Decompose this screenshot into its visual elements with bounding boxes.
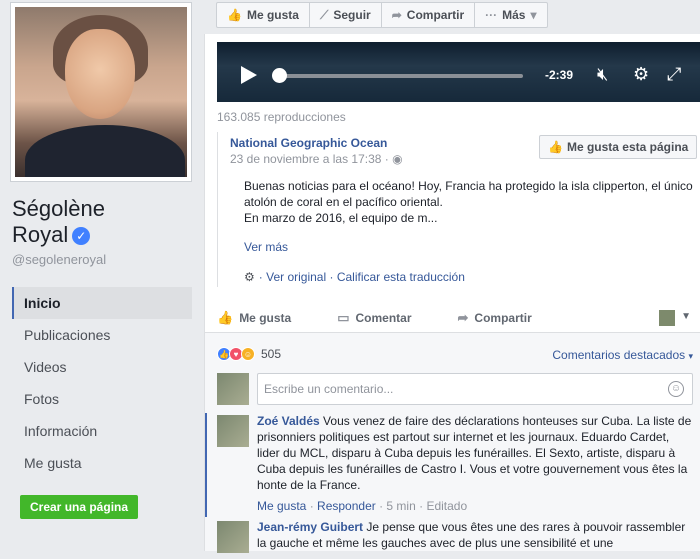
chevron-down-icon: ▾ — [530, 8, 537, 22]
post-actions: 👍 Me gusta ▭ Comentar ➦ Compartir ▼ — [217, 304, 700, 332]
translation-bar: ⚙ · Ver original · Calificar esta traducc… — [244, 270, 465, 284]
shared-post-date[interactable]: 23 de noviembre a las 17:38 · ◉ — [230, 152, 403, 166]
avatar[interactable] — [217, 521, 249, 553]
thumbs-up-icon: 👍 — [548, 140, 563, 154]
see-original-link[interactable]: Ver original — [266, 270, 326, 284]
video-time: -2:39 — [545, 68, 574, 82]
sidebar-item-informacion[interactable]: Información — [12, 415, 192, 447]
reactions-summary[interactable]: 👍 ♥ ☺ 505 — [217, 347, 281, 361]
shared-post-text: Buenas noticias para el océano! Hoy, Fra… — [244, 179, 693, 225]
verified-badge-icon: ✓ — [72, 227, 91, 245]
comment-time[interactable]: 5 min — [386, 499, 415, 513]
comment-item: Jean-rémy Guibert Je pense que vous êtes… — [205, 519, 700, 559]
comment-button[interactable]: ▭ Comentar — [337, 310, 411, 326]
ellipsis-icon: ··· — [485, 8, 498, 22]
comment-icon: ▭ — [337, 310, 350, 325]
sidebar-nav: Inicio Publicaciones Videos Fotos Inform… — [12, 287, 192, 479]
scrubber-handle[interactable] — [272, 68, 287, 83]
view-count: 163.085 reproducciones — [217, 110, 346, 124]
haha-reaction-icon: ☺ — [241, 347, 255, 361]
comment-sort-dropdown[interactable]: Comentarios destacados ▾ — [552, 348, 693, 362]
video-scrubber[interactable] — [281, 74, 523, 78]
gear-icon: ⚙ — [244, 270, 255, 284]
sidebar-item-inicio[interactable]: Inicio — [12, 287, 192, 319]
thumbs-up-icon: 👍 — [217, 310, 234, 325]
comment-author[interactable]: Jean-rémy Guibert — [257, 520, 363, 534]
globe-icon: ◉ — [392, 152, 403, 166]
post-card: -2:39 🔇︎ ⚙ ⤢ 163.085 reproducciones Nati… — [204, 34, 700, 553]
comment-author[interactable]: Zoé Valdés — [257, 414, 320, 428]
avatar — [217, 373, 249, 405]
page-handle[interactable]: @segoleneroyal — [12, 252, 106, 267]
share-arrow-icon: ➦ — [391, 8, 402, 22]
emoji-icon[interactable]: ☺ — [668, 381, 684, 397]
comment-input[interactable]: Escribe un comentario... ☺ — [257, 373, 693, 405]
share-arrow-icon: ➦ — [457, 310, 469, 325]
sidebar-item-me-gusta[interactable]: Me gusta — [12, 447, 192, 479]
sidebar-item-publicaciones[interactable]: Publicaciones — [12, 319, 192, 351]
chevron-down-icon[interactable]: ▼ — [681, 311, 691, 322]
see-more-link[interactable]: Ver más — [244, 240, 288, 254]
chevron-down-icon: ▾ — [688, 351, 693, 361]
mute-icon[interactable]: 🔇︎ — [597, 64, 608, 85]
actor-selector-avatar[interactable] — [659, 310, 675, 326]
play-icon[interactable] — [241, 66, 257, 84]
gear-icon[interactable]: ⚙ — [633, 64, 649, 85]
sidebar-item-fotos[interactable]: Fotos — [12, 383, 192, 415]
create-page-button[interactable]: Crear una página — [20, 495, 139, 519]
more-button[interactable]: ··· Más ▾ — [475, 3, 546, 27]
page-title[interactable]: Ségolène Royal ✓ — [12, 196, 192, 248]
page-action-bar: 👍 Me gusta ⟋ Seguir ➦ Compartir ··· Más ▾ — [216, 2, 548, 28]
comment-item: Zoé Valdés Vous venez de faire des décla… — [205, 413, 700, 523]
follow-button[interactable]: ⟋ Seguir — [310, 3, 382, 27]
comment-edited: Editado — [426, 499, 468, 513]
like-page-button[interactable]: 👍 Me gusta — [217, 3, 310, 27]
comment-like-link[interactable]: Me gusta — [257, 499, 306, 513]
fullscreen-icon[interactable]: ⤢ — [667, 64, 681, 85]
like-shared-page-button[interactable]: 👍 Me gusta esta página — [539, 135, 698, 159]
video-player[interactable]: -2:39 🔇︎ ⚙ ⤢ — [217, 42, 700, 102]
comment-reply-link[interactable]: Responder — [317, 499, 376, 513]
profile-photo — [15, 7, 187, 177]
like-button[interactable]: 👍 Me gusta — [217, 310, 291, 326]
share-page-button[interactable]: ➦ Compartir — [382, 3, 476, 27]
avatar[interactable] — [217, 415, 249, 447]
highlight-bar — [205, 413, 207, 517]
profile-picture[interactable] — [10, 2, 192, 182]
reaction-count: 505 — [261, 347, 282, 361]
share-button[interactable]: ➦ Compartir — [458, 310, 532, 326]
comment-body: Zoé Valdés Vous venez de faire des décla… — [257, 414, 692, 492]
thumbs-up-icon: 👍 — [227, 8, 242, 22]
page-sidebar: Ségolène Royal ✓ @segoleneroyal Inicio Pu… — [0, 0, 205, 551]
shared-post: National Geographic Ocean 23 de noviembr… — [217, 132, 700, 287]
rate-translation-link[interactable]: Calificar esta traducción — [337, 270, 465, 284]
comments-section: 👍 ♥ ☺ 505 Comentarios destacados ▾ Escri… — [205, 332, 700, 553]
sidebar-item-videos[interactable]: Videos — [12, 351, 192, 383]
comment-body: Jean-rémy Guibert Je pense que vous êtes… — [257, 520, 686, 550]
shared-page-name[interactable]: National Geographic Ocean — [230, 136, 387, 150]
comment-meta: Me gusta · Responder · 5 min · Editado — [257, 499, 468, 513]
rss-icon: ⟋ — [319, 7, 329, 22]
